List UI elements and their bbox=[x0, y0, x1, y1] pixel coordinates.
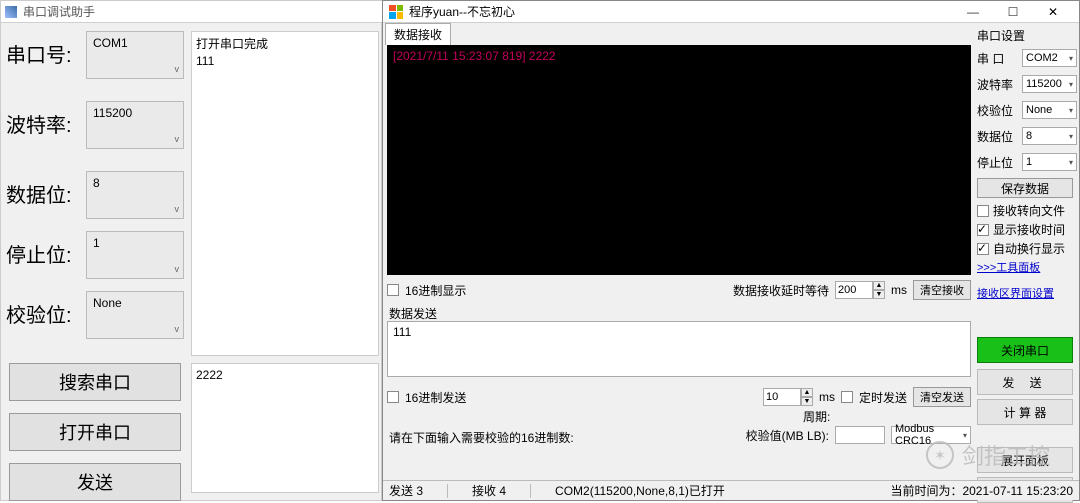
side-heading: 串口设置 bbox=[977, 27, 1077, 44]
checkbox-auto-wrap[interactable] bbox=[977, 243, 989, 255]
label-stop: 停止位: bbox=[6, 239, 72, 268]
label-timed-send: 定时发送 bbox=[859, 389, 907, 406]
chevron-down-icon: v bbox=[175, 324, 180, 338]
terminal-line: [2021/7/11 15:23:07 819] 2222 bbox=[393, 49, 965, 63]
spin-period[interactable]: ▲▼ bbox=[763, 388, 813, 406]
crc-label: 校验值(MB LB): bbox=[746, 427, 829, 444]
row-hex-display: 16进制显示 数据接收延时等待 ▲▼ ms 清空接收 bbox=[387, 279, 971, 301]
label-ms-2: ms bbox=[819, 390, 835, 404]
spin-down-icon[interactable]: ▼ bbox=[801, 397, 813, 406]
period-input[interactable] bbox=[763, 388, 801, 406]
maximize-button[interactable]: ☐ bbox=[993, 1, 1033, 23]
combo-data[interactable]: 8 v bbox=[86, 171, 184, 219]
combo-port-value: COM1 bbox=[93, 36, 128, 50]
chevron-down-icon: v bbox=[175, 134, 180, 148]
combo-stop[interactable]: 1 v bbox=[86, 231, 184, 279]
search-port-button[interactable]: 搜索串口 bbox=[9, 363, 181, 401]
status-send: 发送 3 bbox=[389, 482, 423, 499]
right-titlebar[interactable]: 程序yuan--不忘初心 — ☐ ✕ bbox=[383, 1, 1079, 23]
status-time: 当前时间为：2021-07-11 15:23:20 bbox=[890, 482, 1073, 499]
side-parity-select[interactable]: None▾ bbox=[1022, 101, 1077, 119]
left-window-title: 串口调试助手 bbox=[23, 3, 95, 20]
crc-value-input[interactable] bbox=[835, 426, 885, 444]
label-hex-display: 16进制显示 bbox=[405, 282, 466, 299]
side-send-button[interactable]: 发 送 bbox=[977, 369, 1073, 395]
status-bar: 发送 3 接收 4 COM2(115200,None,8,1)已打开 当前时间为… bbox=[383, 480, 1079, 500]
status-recv: 接收 4 bbox=[472, 482, 506, 499]
status-config: COM2(115200,None,8,1)已打开 bbox=[555, 482, 725, 499]
label-baud: 波特率: bbox=[6, 109, 72, 138]
delay-input[interactable] bbox=[835, 281, 873, 299]
program-yuan-window: 程序yuan--不忘初心 — ☐ ✕ 数据接收 [2021/7/11 15:23… bbox=[382, 0, 1080, 501]
spin-down-icon[interactable]: ▼ bbox=[873, 290, 885, 299]
chevron-down-icon: ▾ bbox=[1069, 158, 1073, 167]
chevron-down-icon: v bbox=[175, 204, 180, 218]
combo-port[interactable]: COM1 v bbox=[86, 31, 184, 79]
recv-area-setting-link[interactable]: 接收区界面设置 bbox=[977, 285, 1077, 301]
left-send-button[interactable]: 发送 bbox=[9, 463, 181, 501]
chevron-down-icon: v bbox=[175, 264, 180, 278]
chevron-down-icon: ▾ bbox=[1069, 132, 1073, 141]
row-parity: 校验位: None v bbox=[6, 291, 186, 351]
right-window-title: 程序yuan--不忘初心 bbox=[409, 3, 515, 20]
checkbox-hex-display[interactable] bbox=[387, 284, 399, 296]
row-data: 数据位: 8 v bbox=[6, 171, 186, 231]
checkbox-hex-send[interactable] bbox=[387, 391, 399, 403]
row-send-options: 16进制发送 ▲▼ ms 定时发送 清空发送 bbox=[387, 383, 971, 411]
left-send-box[interactable]: 2222 bbox=[191, 363, 379, 493]
label-delay: 数据接收延时等待 bbox=[733, 282, 829, 299]
checkbox-to-file[interactable] bbox=[977, 205, 989, 217]
close-button[interactable]: ✕ bbox=[1033, 1, 1073, 23]
crc-algo-select[interactable]: Modbus CRC16▾ bbox=[891, 426, 971, 444]
close-port-button[interactable]: 关闭串口 bbox=[977, 337, 1073, 363]
row-crc: 校验值(MB LB): Modbus CRC16▾ bbox=[387, 423, 971, 447]
chevron-down-icon: ▾ bbox=[1069, 54, 1073, 63]
label-parity: 校验位: bbox=[6, 299, 72, 328]
spin-up-icon[interactable]: ▲ bbox=[801, 388, 813, 397]
expand-panel-button[interactable]: 展开面板 bbox=[977, 447, 1073, 473]
tab-bar: 数据接收 bbox=[385, 23, 451, 43]
spin-delay[interactable]: ▲▼ bbox=[835, 281, 885, 299]
row-port: 串口号: COM1 v bbox=[6, 31, 186, 91]
send-group-label: 数据发送 bbox=[389, 305, 437, 322]
send-textbox[interactable]: 111 bbox=[387, 321, 971, 377]
checkbox-timed-send[interactable] bbox=[841, 391, 853, 403]
chevron-down-icon: ▾ bbox=[1069, 80, 1073, 89]
label-hex-send: 16进制发送 bbox=[405, 389, 466, 406]
label-data: 数据位: bbox=[6, 179, 72, 208]
tool-panel-link[interactable]: >>>工具面板 bbox=[977, 259, 1077, 275]
clear-send-button[interactable]: 清空发送 bbox=[913, 387, 971, 407]
side-port-select[interactable]: COM2▾ bbox=[1022, 49, 1077, 67]
label-port: 串口号: bbox=[6, 39, 72, 68]
left-titlebar[interactable]: 串口调试助手 bbox=[1, 1, 383, 23]
checkbox-show-time[interactable] bbox=[977, 224, 989, 236]
combo-parity[interactable]: None v bbox=[86, 291, 184, 339]
window-controls: — ☐ ✕ bbox=[953, 1, 1073, 23]
left-body: 串口号: COM1 v 波特率: 115200 v 数据位: 8 v 停止位: … bbox=[1, 23, 381, 500]
open-port-button[interactable]: 打开串口 bbox=[9, 413, 181, 451]
row-stop: 停止位: 1 v bbox=[6, 231, 186, 291]
clear-recv-button[interactable]: 清空接收 bbox=[913, 280, 971, 300]
chevron-down-icon: ▾ bbox=[963, 431, 967, 440]
app-icon bbox=[5, 6, 17, 18]
chevron-down-icon: v bbox=[175, 64, 180, 78]
terminal[interactable]: [2021/7/11 15:23:07 819] 2222 bbox=[387, 45, 971, 275]
side-baud-select[interactable]: 115200▾ bbox=[1022, 75, 1077, 93]
chevron-down-icon: ▾ bbox=[1069, 106, 1073, 115]
minimize-button[interactable]: — bbox=[953, 1, 993, 23]
spin-up-icon[interactable]: ▲ bbox=[873, 281, 885, 290]
calculator-button[interactable]: 计 算 器 bbox=[977, 399, 1073, 425]
right-body: 数据接收 [2021/7/11 15:23:07 819] 2222 16进制显… bbox=[383, 23, 1079, 500]
side-panel: 串口设置 串 口COM2▾ 波特率115200▾ 校验位None▾ 数据位8▾ … bbox=[977, 27, 1077, 476]
side-data-select[interactable]: 8▾ bbox=[1022, 127, 1077, 145]
combo-baud[interactable]: 115200 v bbox=[86, 101, 184, 149]
serial-assistant-window: 串口调试助手 串口号: COM1 v 波特率: 115200 v 数据位: 8 … bbox=[0, 0, 382, 501]
tab-data-recv[interactable]: 数据接收 bbox=[385, 23, 451, 45]
left-log-box[interactable]: 打开串口完成 111 bbox=[191, 31, 379, 356]
row-baud: 波特率: 115200 v bbox=[6, 101, 186, 161]
side-stop-select[interactable]: 1▾ bbox=[1022, 153, 1077, 171]
label-ms: ms bbox=[891, 283, 907, 297]
app-icon bbox=[389, 5, 403, 19]
save-data-button[interactable]: 保存数据 bbox=[977, 178, 1073, 198]
